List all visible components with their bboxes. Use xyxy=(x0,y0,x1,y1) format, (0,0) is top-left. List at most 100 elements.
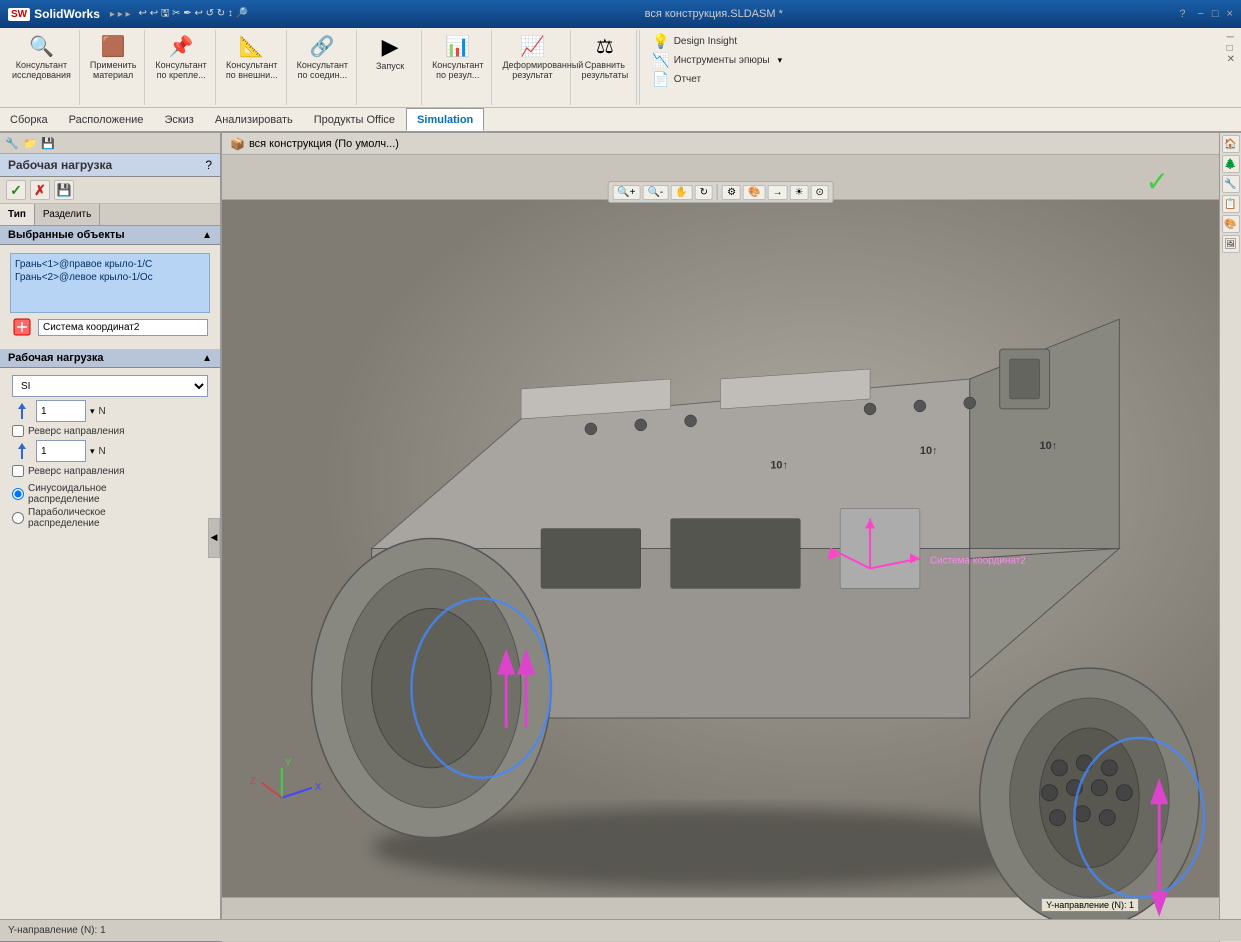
btn-consultant-fix[interactable]: 📌 Консультантпо крепле... xyxy=(153,32,208,83)
report-label: Отчет xyxy=(674,74,701,85)
epure-tools-label: Инструменты эпюры xyxy=(674,55,770,66)
group-consultant-research: 🔍 Консультантисследования xyxy=(4,30,80,105)
par-distribution-row: Параболическоераспределение xyxy=(12,507,208,529)
btn-consultant-result[interactable]: 📊 Консультантпо резул... xyxy=(430,32,485,83)
menu-simulation[interactable]: Simulation xyxy=(406,108,484,131)
rt-home-btn[interactable]: 🏠 xyxy=(1222,135,1240,153)
unit-row: SI xyxy=(12,375,208,397)
left-panel: 🔧 📁 💾 Рабочая нагрузка ? ✓ ✗ 💾 Тип Разде… xyxy=(0,133,222,942)
unit-select[interactable]: SI xyxy=(12,375,208,397)
dropdown-arrow-1[interactable]: ▾ xyxy=(90,406,95,417)
group-apply-material: 🟫 Применитьматериал xyxy=(82,30,146,105)
selected-objects-content: Грань<1>@правое крыло-1/С Грань<2>@левое… xyxy=(0,245,220,345)
direction-icon-2 xyxy=(12,441,32,461)
btn-consultant-research[interactable]: 🔍 Консультантисследования xyxy=(10,32,73,83)
min-button[interactable]: − xyxy=(1197,8,1203,20)
sin-radio[interactable] xyxy=(12,488,24,500)
tab-type[interactable]: Тип xyxy=(0,204,35,225)
consultant-research-icon: 🔍 xyxy=(29,34,54,59)
btn-launch[interactable]: ▶ Запуск xyxy=(365,32,415,74)
zoom-out-btn[interactable]: 🔍- xyxy=(642,185,668,200)
cancel-button[interactable]: ✗ xyxy=(30,180,50,200)
panel-header: Рабочая нагрузка ? xyxy=(0,154,220,177)
right-toolbar: 🏠 🌲 🔧 📋 🎨 🖼 xyxy=(1219,133,1241,942)
menu-products[interactable]: Продукты Office xyxy=(304,108,406,131)
menu-sketch[interactable]: Эскиз xyxy=(154,108,204,131)
statusbar-text: Y-направление (N): 1 xyxy=(8,925,106,936)
unit-label-2: N xyxy=(99,446,106,457)
lighting-btn[interactable]: ☀ xyxy=(789,185,808,200)
group-consultant-ext: 📐 Консультантпо внешни... xyxy=(218,30,287,105)
group-launch: ▶ Запуск xyxy=(359,30,422,105)
epure-dropdown-arrow[interactable]: ▾ xyxy=(778,55,783,66)
rt-layers-btn[interactable]: 📋 xyxy=(1222,195,1240,213)
save-button[interactable]: 💾 xyxy=(54,180,74,200)
svg-text:10↑: 10↑ xyxy=(920,445,938,457)
btn-apply-material[interactable]: 🟫 Применитьматериал xyxy=(88,32,139,83)
sphere-btn[interactable]: ⊙ xyxy=(810,185,828,200)
view-btn[interactable]: → xyxy=(767,185,787,200)
rt-tool-btn[interactable]: 🔧 xyxy=(1222,175,1240,193)
selected-objects-header[interactable]: Выбранные объекты ▲ xyxy=(0,226,220,245)
toolbar-area: 🔍 Консультантисследования 🟫 Применитьмат… xyxy=(0,28,1241,133)
epure-tools-item[interactable]: 📉 Инструменты эпюры ▾ xyxy=(650,51,791,70)
design-insight-label: Design Insight xyxy=(674,36,737,47)
reverse1-checkbox[interactable] xyxy=(12,425,24,437)
selected-objects-arrow: ▲ xyxy=(202,230,212,241)
svg-text:Система координат2: Система координат2 xyxy=(930,555,1026,566)
reverse1-label: Реверс направления xyxy=(28,426,125,437)
title-arrow: ▸ ▸ ▸ xyxy=(110,9,131,20)
reverse2-checkbox[interactable] xyxy=(12,465,24,477)
working-load-header[interactable]: Рабочая нагрузка ▲ xyxy=(0,349,220,368)
panel-icon-2[interactable]: 📁 xyxy=(22,135,38,151)
ribbon-spacer xyxy=(801,30,1222,105)
ribbon-close-btn[interactable]: ✕ xyxy=(1227,54,1235,65)
deformed-label: Деформированныйрезультат xyxy=(502,61,562,81)
btn-consultant-ext[interactable]: 📐 Консультантпо внешни... xyxy=(224,32,280,83)
panel-tabs: Тип Разделить xyxy=(0,204,220,226)
consultant-ext-icon: 📐 xyxy=(239,34,264,59)
panel-help-btn[interactable]: ? xyxy=(205,158,212,172)
close-button[interactable]: × xyxy=(1227,8,1233,20)
btn-deformed[interactable]: 📈 Деформированныйрезультат xyxy=(500,32,564,83)
settings-btn[interactable]: ⚙ xyxy=(722,185,741,200)
menu-layout[interactable]: Расположение xyxy=(59,108,155,131)
consultant-result-icon: 📊 xyxy=(445,34,470,59)
help-icon[interactable]: ? xyxy=(1179,8,1185,20)
pan-btn[interactable]: ✋ xyxy=(670,185,692,200)
sw-logo-text: SolidWorks xyxy=(34,7,100,21)
svg-text:Z: Z xyxy=(250,776,256,787)
menu-assembly[interactable]: Сборка xyxy=(0,108,59,131)
menu-analyze[interactable]: Анализировать xyxy=(205,108,304,131)
rotate-btn[interactable]: ↻ xyxy=(695,185,713,200)
max-button[interactable]: □ xyxy=(1212,8,1219,20)
rt-image-btn[interactable]: 🖼 xyxy=(1222,235,1240,253)
tab-split[interactable]: Разделить xyxy=(35,204,100,225)
ribbon-min-btn[interactable]: ─ xyxy=(1227,32,1235,43)
coord-system-input[interactable]: Система координат2 xyxy=(38,319,208,336)
panel-icon-1[interactable]: 🔧 xyxy=(4,135,20,151)
dropdown-arrow-2[interactable]: ▾ xyxy=(90,446,95,457)
panel-icon-3[interactable]: 💾 xyxy=(40,135,56,151)
rt-color-btn[interactable]: 🎨 xyxy=(1222,215,1240,233)
viewport-breadcrumb-icon: 📦 xyxy=(230,137,245,151)
value2-input[interactable] xyxy=(36,440,86,462)
report-icon: 📄 xyxy=(652,71,669,88)
value1-input[interactable] xyxy=(36,400,86,422)
confirm-button[interactable]: ✓ xyxy=(6,180,26,200)
compare-icon: ⚖ xyxy=(596,34,614,59)
rt-tree-btn[interactable]: 🌲 xyxy=(1222,155,1240,173)
consultant-fix-label: Консультантпо крепле... xyxy=(155,61,206,81)
zoom-in-btn[interactable]: 🔍+ xyxy=(612,185,640,200)
viewport-3d[interactable]: 🔍+ 🔍- ✋ ↻ ⚙ 🎨 → ☀ ⊙ ✓ ✕ xyxy=(222,155,1219,942)
color-btn[interactable]: 🎨 xyxy=(743,185,765,200)
btn-compare[interactable]: ⚖ Сравнитьрезультаты xyxy=(579,32,630,83)
panel-toolbar: ✓ ✗ 💾 xyxy=(0,177,220,204)
panel-collapse-handle[interactable]: ◀ xyxy=(208,518,220,558)
report-item[interactable]: 📄 Отчет xyxy=(650,70,791,89)
design-insight-item[interactable]: 💡 Design Insight xyxy=(650,32,791,51)
menubar: Сборка Расположение Эскиз Анализировать … xyxy=(0,108,1241,132)
par-radio[interactable] xyxy=(12,512,24,524)
btn-consultant-conn[interactable]: 🔗 Консультантпо соедин... xyxy=(295,32,350,83)
ribbon-max-btn[interactable]: □ xyxy=(1227,43,1235,54)
